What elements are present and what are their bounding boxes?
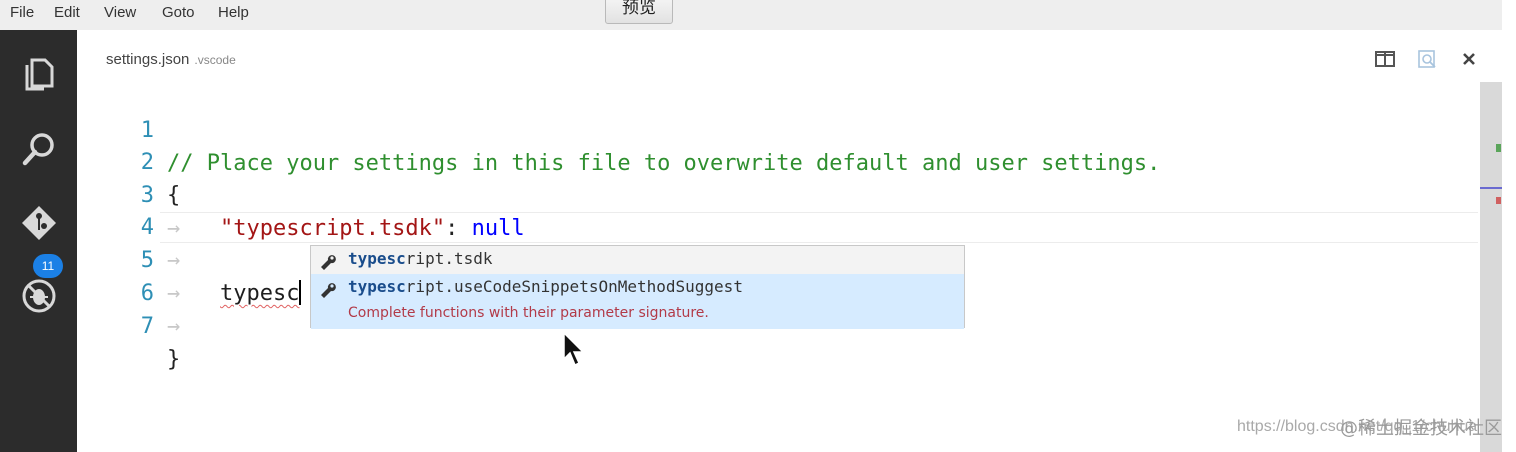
open-preview-icon[interactable] [1415, 47, 1439, 71]
close-brace: } [167, 347, 181, 372]
menu-view[interactable]: View [104, 4, 136, 21]
colon: : [445, 216, 472, 241]
code-line-6[interactable]: 6 → [0, 244, 181, 339]
whitespace-arrow: → [167, 281, 181, 306]
tab-folder: .vscode [194, 53, 236, 67]
wrench-icon [319, 280, 337, 298]
code-line-7[interactable]: 7 } [0, 277, 181, 372]
code-line-4[interactable]: 4 → [0, 178, 181, 273]
line-number: 7 [140, 314, 154, 339]
line-number: 3 [140, 183, 154, 208]
wrench-icon [319, 252, 337, 270]
vertical-scrollbar[interactable] [1480, 82, 1502, 452]
code-line-5[interactable]: 5 → typesc [0, 211, 302, 306]
window-edge [1502, 0, 1516, 452]
tab-title[interactable]: settings.json .vscode [106, 51, 236, 68]
line-number: 1 [140, 118, 154, 143]
tab-filename: settings.json [106, 51, 190, 68]
preview-button[interactable]: 预览 [605, 0, 673, 24]
typed-text: typesc [220, 281, 300, 306]
open-brace: { [167, 183, 181, 208]
mouse-pointer-icon [563, 331, 585, 367]
text-cursor [299, 280, 302, 305]
overview-ruler-mark [1496, 144, 1501, 152]
setting-key: "typescript.tsdk" [220, 216, 446, 241]
code-line-1[interactable]: 1 // Place your settings in this file to… [0, 81, 1161, 176]
line-number: 6 [140, 281, 154, 306]
suggestion-detail: Complete functions with their parameter … [348, 305, 709, 321]
menu-file[interactable]: File [10, 4, 34, 21]
setting-value: null [471, 216, 525, 241]
line-number: 5 [140, 248, 154, 273]
menu-edit[interactable]: Edit [54, 4, 80, 21]
code-line-2[interactable]: 2 { [0, 113, 181, 208]
menu-bar: File Edit View Goto Help [0, 0, 1502, 30]
split-editor-icon[interactable] [1373, 47, 1397, 71]
suggestion-match: typesc [348, 249, 406, 268]
whitespace-arrow: → [167, 248, 181, 273]
suggest-widget: typescript.tsdk typescript.useCodeSnippe… [310, 245, 965, 329]
watermark-text: @稀土掘金技术社区 [1340, 418, 1502, 439]
close-icon[interactable] [1457, 47, 1481, 71]
whitespace-arrow: → [167, 216, 181, 241]
suggestion-rest: ript.useCodeSnippetsOnMethodSuggest [405, 277, 743, 296]
code-line-3[interactable]: 3 → "typescript.tsdk": null [0, 146, 525, 241]
line-number: 2 [140, 150, 154, 175]
comment: // Place your settings in this file to o… [167, 151, 1161, 176]
whitespace-arrow: → [167, 314, 181, 339]
menu-help[interactable]: Help [218, 4, 249, 21]
menu-goto[interactable]: Goto [162, 4, 195, 21]
suggestion-item-selected[interactable]: typescript.useCodeSnippetsOnMethodSugges… [311, 274, 964, 329]
overview-ruler-error [1496, 197, 1501, 204]
line-number: 4 [140, 215, 154, 240]
overview-ruler-cursor [1480, 187, 1502, 189]
suggestion-rest: ript.tsdk [405, 249, 493, 268]
suggestion-item[interactable]: typescript.tsdk [311, 246, 964, 274]
suggestion-match: typesc [348, 277, 406, 296]
